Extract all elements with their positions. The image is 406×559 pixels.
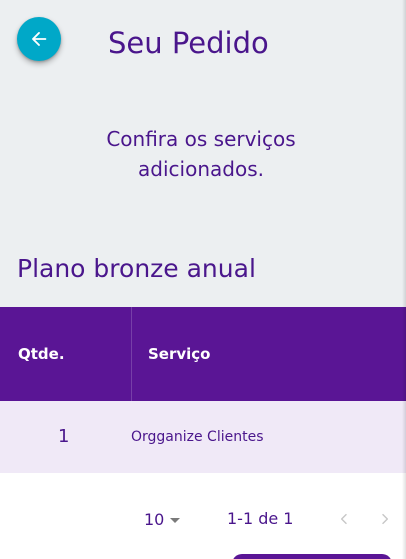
next-page-button[interactable] — [371, 505, 399, 533]
column-header-qty[interactable]: Qtde. — [18, 307, 65, 401]
services-table: Qtde. Serviço 1 Orgganize Clientes 10 1-… — [0, 307, 406, 559]
back-button[interactable] — [17, 17, 61, 61]
table-row[interactable]: 1 Orgganize Clientes — [0, 401, 406, 473]
page-size-select[interactable]: 10 — [144, 507, 181, 531]
intro-line-1: Confira os serviços — [106, 127, 296, 151]
intro-text: Confira os serviços adicionados. — [60, 124, 342, 184]
page-range-label: 1-1 de 1 — [227, 509, 294, 528]
column-header-service[interactable]: Serviço — [148, 307, 211, 401]
row-qty-cell: 1 — [58, 426, 70, 447]
table-header: Qtde. Serviço — [0, 307, 406, 401]
previous-page-button[interactable] — [330, 505, 358, 533]
chevron-left-icon — [340, 513, 347, 525]
chevron-right-icon — [382, 513, 389, 525]
intro-line-2: adicionados. — [138, 157, 264, 181]
order-page: Seu Pedido Confira os serviços adicionad… — [0, 0, 406, 559]
bottom-action-bar[interactable] — [232, 554, 392, 559]
table-paginator: 10 1-1 de 1 — [0, 473, 406, 559]
plan-name: Plano bronze anual — [17, 254, 256, 283]
row-service-cell: Orgganize Clientes — [131, 429, 264, 445]
page-title: Seu Pedido — [108, 26, 269, 60]
page-size-value: 10 — [144, 509, 165, 529]
column-divider — [131, 307, 132, 401]
arrow-left-icon — [32, 32, 47, 46]
chevron-down-icon — [170, 517, 181, 523]
